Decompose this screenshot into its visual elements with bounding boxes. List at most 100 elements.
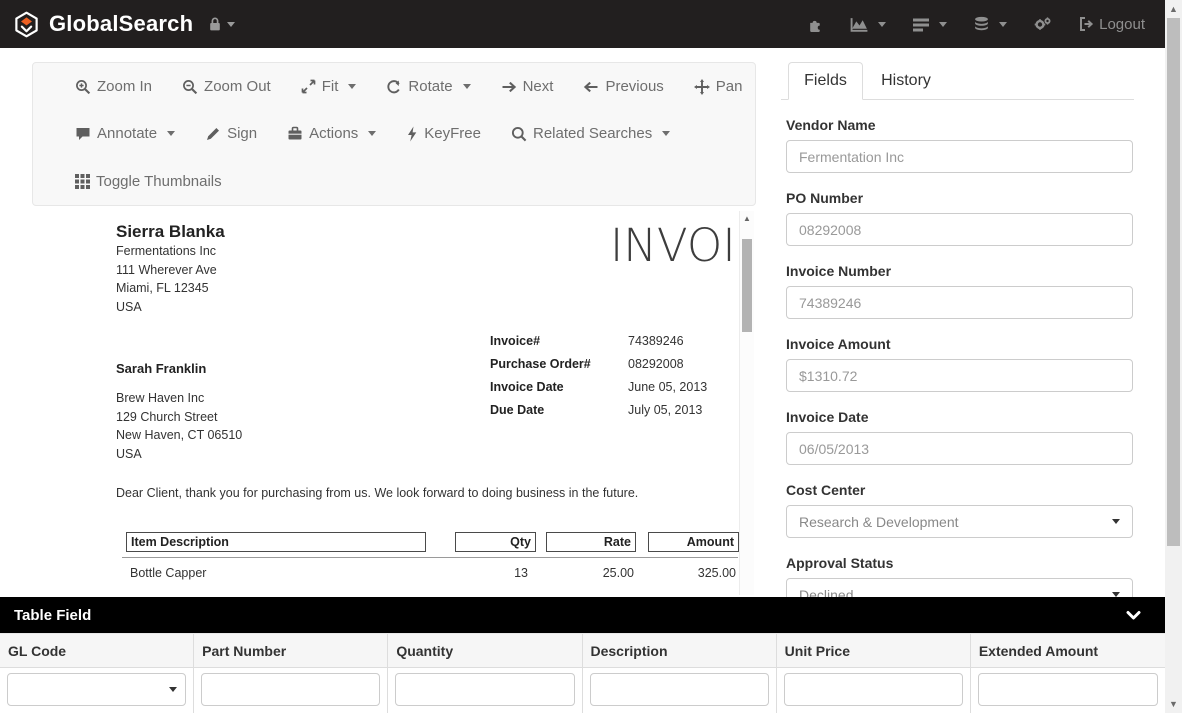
invoice-recipient-block: Sarah Franklin Brew Haven Inc 129 Church… <box>116 361 242 463</box>
page-scrollbar-thumb[interactable] <box>1167 18 1180 546</box>
zoom-in-icon <box>75 79 91 95</box>
extended-amount-input[interactable] <box>978 673 1158 706</box>
fit-button[interactable]: Fit <box>301 78 357 95</box>
table-field-header-row: GL Code Part Number Quantity Description… <box>0 633 1165 668</box>
invoice-amount-input[interactable] <box>786 359 1133 392</box>
pan-icon <box>694 79 710 95</box>
rotate-icon <box>386 79 402 95</box>
document-scrollbar[interactable]: ▲ <box>739 211 754 595</box>
actions-button[interactable]: Actions <box>287 125 376 142</box>
column-part-number: Part Number <box>194 634 388 667</box>
chevron-down-icon <box>662 131 670 136</box>
brand-title: GlobalSearch <box>49 11 193 37</box>
previous-page-button[interactable]: Previous <box>583 78 663 95</box>
invoice-title: INVOICE <box>610 219 739 272</box>
part-number-input[interactable] <box>201 673 380 706</box>
zoom-out-button[interactable]: Zoom Out <box>182 78 271 95</box>
scroll-up-arrow-icon[interactable]: ▲ <box>740 214 754 223</box>
chevron-down-icon <box>999 22 1007 27</box>
field-label-cost-center: Cost Center <box>786 482 1129 498</box>
gears-icon <box>1033 16 1052 33</box>
chevron-down-icon <box>167 131 175 136</box>
settings-button[interactable] <box>1033 16 1052 33</box>
column-description: Description <box>583 634 777 667</box>
zoom-in-button[interactable]: Zoom In <box>75 78 152 95</box>
related-searches-label: Related Searches <box>533 125 652 142</box>
previous-label: Previous <box>605 78 663 95</box>
field-label-invoice-number: Invoice Number <box>786 263 1129 279</box>
table-field-bar[interactable]: Table Field <box>0 597 1165 633</box>
quantity-input[interactable] <box>395 673 574 706</box>
rotate-button[interactable]: Rotate <box>386 78 470 95</box>
databases-menu[interactable] <box>973 16 1007 33</box>
item-description: Bottle Capper <box>130 566 206 580</box>
sign-button[interactable]: Sign <box>205 125 257 142</box>
chevron-down-icon <box>1112 519 1120 524</box>
chevron-down-icon <box>169 687 177 692</box>
briefcase-icon <box>287 126 303 141</box>
toggle-thumbnails-button[interactable]: Toggle Thumbnails <box>75 173 222 190</box>
vendor-name-input[interactable] <box>786 140 1133 173</box>
unit-price-input[interactable] <box>784 673 963 706</box>
chart-icon <box>850 16 869 33</box>
globalsearch-logo-icon <box>13 11 40 38</box>
description-input[interactable] <box>590 673 769 706</box>
logout-label: Logout <box>1099 16 1145 33</box>
fit-label: Fit <box>322 78 339 95</box>
logout-icon <box>1078 16 1094 32</box>
search-icon <box>511 126 527 142</box>
items-header-qty: Qty <box>455 532 536 552</box>
chevron-down-icon <box>878 22 886 27</box>
items-header-description: Item Description <box>126 532 426 552</box>
field-label-vendor-name: Vendor Name <box>786 117 1129 133</box>
item-amount: 325.00 <box>646 566 736 580</box>
table-field-title: Table Field <box>14 607 91 624</box>
lists-menu[interactable] <box>912 17 947 32</box>
chevron-down-icon <box>227 22 235 27</box>
arrow-right-icon <box>501 80 517 94</box>
items-divider <box>122 557 738 558</box>
cost-center-select[interactable]: Research & Development <box>786 505 1133 538</box>
scroll-down-arrow-icon[interactable]: ▼ <box>1165 699 1182 709</box>
next-label: Next <box>523 78 554 95</box>
comment-icon <box>75 126 91 141</box>
invoice-date-input[interactable] <box>786 432 1133 465</box>
po-number-input[interactable] <box>786 213 1133 246</box>
tab-fields[interactable]: Fields <box>788 62 863 100</box>
pan-button[interactable]: Pan <box>694 78 743 95</box>
brand[interactable]: GlobalSearch <box>13 11 193 38</box>
tab-history[interactable]: History <box>863 63 949 99</box>
dashboards-menu[interactable] <box>850 16 886 33</box>
item-qty: 13 <box>448 566 528 580</box>
actions-label: Actions <box>309 125 358 142</box>
chevron-down-icon <box>368 131 376 136</box>
items-header-rate: Rate <box>546 532 636 552</box>
lock-icon <box>207 16 223 32</box>
document-scrollbar-thumb[interactable] <box>742 239 752 332</box>
gl-code-select[interactable] <box>7 673 186 706</box>
pan-label: Pan <box>716 78 743 95</box>
zoom-out-icon <box>182 79 198 95</box>
page-scrollbar[interactable]: ▲ ▼ <box>1165 0 1182 713</box>
zoom-out-label: Zoom Out <box>204 78 271 95</box>
keyfree-label: KeyFree <box>424 125 481 142</box>
collapse-chevron-icon[interactable] <box>1126 610 1141 621</box>
related-searches-button[interactable]: Related Searches <box>511 125 670 142</box>
keyfree-button[interactable]: KeyFree <box>406 125 481 142</box>
workflow-button[interactable] <box>807 16 824 33</box>
document-viewer[interactable]: INVOICE Sierra Blanka Fermentations Inc … <box>34 211 739 595</box>
invoice-number-input[interactable] <box>786 286 1133 319</box>
annotate-button[interactable]: Annotate <box>75 125 175 142</box>
logout-button[interactable]: Logout <box>1078 16 1145 33</box>
field-label-invoice-date: Invoice Date <box>786 409 1129 425</box>
scroll-up-arrow-icon[interactable]: ▲ <box>1165 4 1182 14</box>
column-unit-price: Unit Price <box>777 634 971 667</box>
pencil-icon <box>205 126 221 142</box>
item-rate: 25.00 <box>544 566 634 580</box>
items-header-amount: Amount <box>648 532 739 552</box>
lock-menu[interactable] <box>207 16 235 32</box>
arrow-left-icon <box>583 80 599 94</box>
next-page-button[interactable]: Next <box>501 78 554 95</box>
chevron-down-icon <box>463 84 471 89</box>
chevron-down-icon <box>939 22 947 27</box>
